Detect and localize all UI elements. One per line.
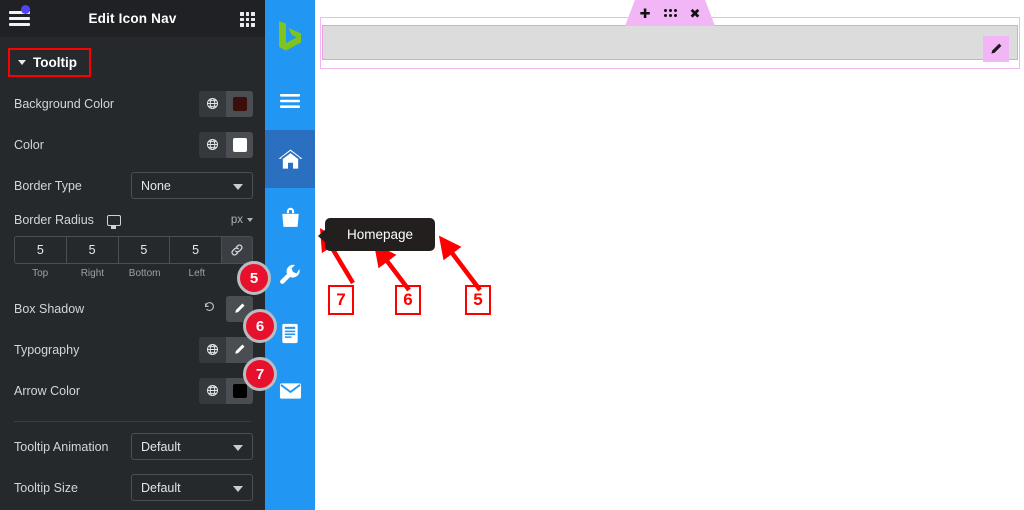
close-icon[interactable]: ✖ — [690, 7, 701, 20]
caret-down-icon — [18, 60, 26, 65]
unit-value: px — [230, 214, 243, 226]
panel-body: Tooltip Background Color Color Border Ty… — [0, 37, 265, 508]
chevron-down-icon — [233, 445, 243, 451]
border-radius-label: Border Radius — [14, 213, 94, 227]
tooltip-animation-value: Default — [141, 439, 181, 454]
control-row-arrow-color: Arrow Color — [0, 370, 265, 411]
nav-item-shop[interactable] — [265, 188, 315, 246]
pencil-icon[interactable] — [226, 336, 253, 363]
tooltip-preview: Homepage — [317, 218, 436, 251]
border-type-select[interactable]: None — [131, 172, 253, 199]
border-type-value: None — [141, 178, 171, 193]
callout-badge-6: 6 — [243, 309, 277, 343]
control-label: Tooltip Animation — [14, 439, 109, 454]
control-row-tooltip-animation: Tooltip Animation Default — [0, 426, 265, 467]
border-radius-header: Border Radius px — [0, 206, 265, 234]
drag-dots-icon[interactable] — [663, 9, 677, 17]
grid-apps-icon[interactable] — [240, 12, 255, 27]
callout-badge-7: 7 — [243, 357, 277, 391]
color-swatch-button[interactable] — [226, 90, 253, 117]
side-label-right: Right — [80, 268, 105, 279]
globe-icon[interactable] — [199, 90, 226, 117]
color-swatch — [232, 96, 247, 111]
nav-item-home[interactable] — [265, 130, 315, 188]
control-row-typography: Typography — [0, 329, 265, 370]
widget-container-outline[interactable] — [322, 25, 1018, 60]
bing-logo-icon[interactable] — [265, 0, 315, 72]
typography-control — [199, 336, 253, 363]
globe-icon[interactable] — [199, 131, 226, 158]
notification-dot-icon — [21, 5, 30, 14]
border-radius-bottom-input[interactable]: 5 — [118, 237, 171, 263]
reset-icon[interactable] — [203, 300, 216, 318]
section-label: Tooltip — [33, 55, 77, 70]
side-label-top: Top — [32, 268, 49, 279]
callout-label-5: 5 — [465, 285, 491, 315]
control-row-color: Color — [0, 124, 265, 165]
page-title: Edit Icon Nav — [88, 11, 177, 26]
border-radius-inputs: 5 5 5 5 — [14, 236, 253, 264]
icon-nav-widget — [265, 0, 315, 510]
panel-header: Edit Icon Nav — [0, 0, 265, 37]
callout-label-6: 6 — [395, 285, 421, 315]
link-icon[interactable] — [222, 237, 252, 263]
nav-item-tools[interactable] — [265, 246, 315, 304]
chevron-down-icon — [233, 486, 243, 492]
side-label-bottom: Bottom — [128, 268, 161, 279]
globe-icon[interactable] — [199, 377, 226, 404]
editor-panel: Edit Icon Nav Tooltip Background Color C… — [0, 0, 265, 510]
chevron-down-icon — [233, 184, 243, 190]
control-label: Arrow Color — [14, 383, 80, 398]
control-label: Box Shadow — [14, 301, 85, 316]
border-radius-left-input[interactable]: 5 — [170, 237, 222, 263]
editor-canvas: ✚ ✖ Homepage 7 6 5 — [315, 0, 1024, 510]
tooltip-animation-select[interactable]: Default — [131, 433, 253, 460]
control-label: Color — [14, 137, 44, 152]
color-swatch-button[interactable] — [226, 131, 253, 158]
side-label-left: Left — [188, 268, 206, 279]
color-swatch — [232, 383, 247, 398]
control-label: Typography — [14, 342, 80, 357]
unit-selector[interactable]: px — [231, 214, 253, 226]
control-label: Tooltip Size — [14, 480, 78, 495]
callout-label-7: 7 — [328, 285, 354, 315]
control-row-box-shadow: Box Shadow — [0, 288, 265, 329]
divider — [14, 421, 251, 422]
widget-toolbar[interactable]: ✚ ✖ — [625, 0, 715, 26]
edit-widget-pencil-icon[interactable] — [983, 36, 1009, 62]
monitor-icon[interactable] — [106, 214, 121, 229]
tooltip-text: Homepage — [347, 227, 414, 242]
tooltip-size-value: Default — [141, 480, 181, 495]
tooltip-size-select[interactable]: Default — [131, 474, 253, 501]
nav-item-menu[interactable] — [265, 72, 315, 130]
border-radius-side-labels: Top Right Bottom Left — [14, 268, 253, 279]
control-row-border-type: Border Type None — [0, 165, 265, 206]
plus-icon[interactable]: ✚ — [640, 7, 651, 20]
color-swatch — [232, 137, 247, 152]
control-label: Background Color — [14, 96, 115, 111]
control-row-background-color: Background Color — [0, 83, 265, 124]
globe-icon[interactable] — [199, 336, 226, 363]
color-control — [199, 131, 253, 158]
section-header-tooltip[interactable]: Tooltip — [8, 48, 91, 77]
control-row-tooltip-size: Tooltip Size Default — [0, 467, 265, 508]
control-label: Border Type — [14, 178, 82, 193]
callout-badge-5: 5 — [237, 261, 271, 295]
color-control — [199, 90, 253, 117]
border-radius-right-input[interactable]: 5 — [66, 237, 119, 263]
border-radius-top-input[interactable]: 5 — [15, 237, 67, 263]
caret-down-icon — [247, 218, 253, 222]
